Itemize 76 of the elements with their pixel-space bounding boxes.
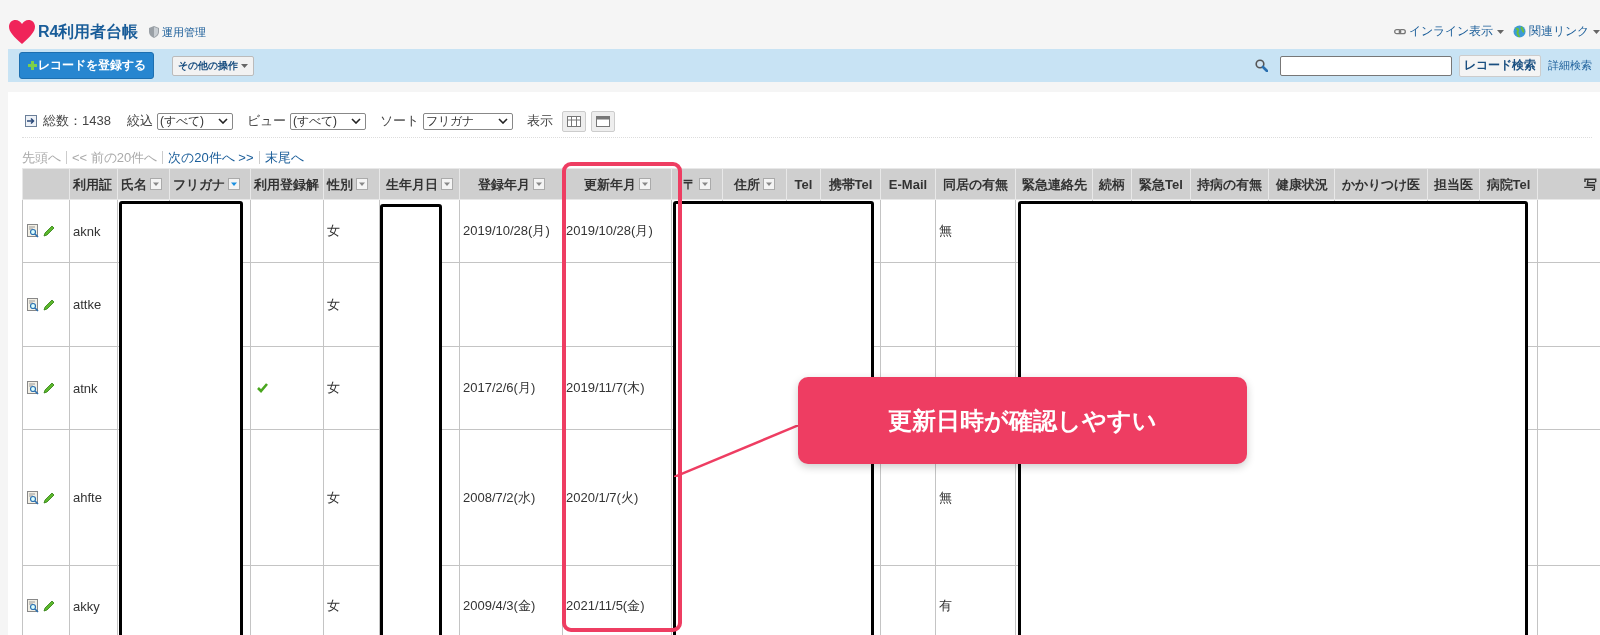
separator [258,151,260,164]
table-icon [595,115,610,127]
view-record-icon [27,381,39,395]
edit-pencil-icon [42,599,55,613]
table-cell: 2019/10/28(月) [566,223,653,238]
pager-link: 先頭へ [22,148,61,167]
search-field[interactable] [1280,55,1452,76]
record-total: 総数：1438 [43,112,111,130]
pager-link[interactable]: 末尾へ [264,148,304,167]
admin-link[interactable]: 運用管理 [162,24,207,40]
separator [66,151,67,164]
table-cell: 2017/2/6(月) [463,380,536,395]
table-cell: 女 [327,296,340,312]
column-header[interactable]: 〒 [683,176,696,192]
table-cell: 無 [939,489,952,505]
column-header[interactable]: 住所 [734,176,760,192]
chevron-icon [217,118,228,124]
view-record-icon [27,599,39,613]
table-cell: 女 [327,489,340,505]
app-title[interactable]: R4利用者台帳 [38,21,139,43]
caret-icon [241,63,248,68]
header-link[interactable]: 関連リンク [1529,23,1589,40]
table-cell: attke [73,297,102,312]
table-cell: 女 [327,598,340,613]
table-cell: 2008/7/2(水) [463,489,536,505]
column-view-button[interactable] [561,110,586,132]
table-cell: 2020/1/7(火) [566,489,639,505]
advanced-search-link[interactable]: 詳細検索 [1548,58,1592,73]
filter-label: 絞込 [126,112,153,130]
view-record-icon [27,224,39,238]
chevron-icon [497,118,508,124]
table-cell: 2021/11/5(金) [566,598,645,613]
table-cell: 2019/11/7(木) [566,380,645,395]
table-cell: atnk [73,380,98,396]
table-cell: aknk [73,223,101,239]
edit-pencil-icon [42,381,55,395]
chevron-icon [350,118,361,124]
dropdown-select[interactable]: (すべて) [156,112,233,130]
table-cell: 女 [327,380,340,395]
dropdown-select[interactable]: フリガナ [422,112,513,130]
search-icon [1255,59,1268,72]
view-record-icon [27,297,39,312]
pager-link[interactable]: 次の20件へ >> [168,148,254,167]
table-cell: akky [73,598,100,614]
record-search-button[interactable]: レコード検索 [1459,54,1541,77]
callout-label: 更新日時が確認しやすい [798,377,1247,464]
table-cell: 無 [939,223,952,238]
caret-icon [1593,29,1600,34]
add-record-button[interactable]: レコードを登録する [19,52,154,79]
caret-icon [1497,29,1504,34]
table-cell: 有 [939,598,952,613]
edit-pencil-icon [42,297,55,312]
filter-label: ビュー [246,112,286,130]
header-link[interactable]: インライン表示 [1409,23,1493,40]
table-cell: ahfte [73,490,102,505]
plus-icon [28,61,37,70]
view-record-icon [27,490,39,505]
shield-icon [149,26,160,38]
other-actions-button[interactable]: その他の操作 [172,55,254,76]
table-cell: 2009/4/3(金) [463,598,536,613]
edit-pencil-icon [42,224,55,238]
export-icon [25,115,37,127]
table-cell: 女 [327,223,340,238]
table-cell: 2019/10/28(月) [463,223,550,238]
separator [162,151,164,164]
row-view-button[interactable] [590,110,615,132]
pager-link: << 前の20件へ [72,148,158,167]
columns-icon [566,115,581,127]
heart-icon [9,19,35,45]
chain-link-icon [1394,27,1406,36]
globe-icon [1513,25,1526,38]
edit-pencil-icon [42,490,55,505]
display-label: 表示 [526,112,553,130]
column-header[interactable]: 写 [1584,176,1597,192]
dropdown-select[interactable]: (すべて) [289,112,366,130]
filter-label: ソート [379,112,419,130]
